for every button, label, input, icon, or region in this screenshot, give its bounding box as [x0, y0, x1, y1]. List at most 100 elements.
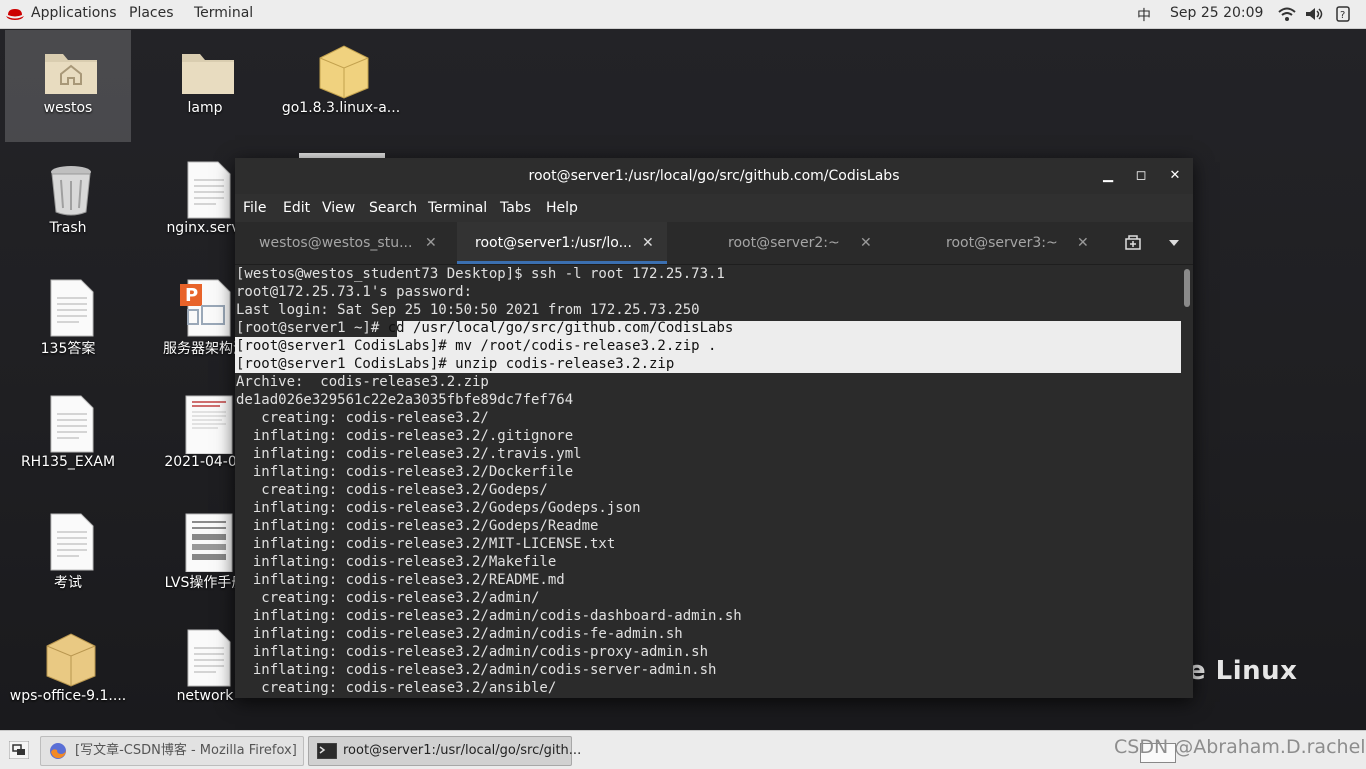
power-icon[interactable]: ?: [1336, 6, 1350, 22]
tab-label: root@server2:~: [728, 235, 840, 251]
document-icon: [185, 395, 233, 454]
tab-server2[interactable]: root@server2:~ ✕: [667, 222, 885, 264]
terminal-line: Archive: codis-release3.2.zip: [236, 374, 489, 390]
presentation-icon: P: [180, 279, 231, 337]
task-label: root@server1:/usr/local/go/src/gith...: [343, 743, 582, 758]
desktop-icon-label: wps-office-9.1....: [9, 688, 127, 704]
terminal-line: Last login: Sat Sep 25 10:50:50 2021 fro…: [236, 302, 700, 318]
tab-close-icon[interactable]: ✕: [425, 222, 437, 264]
show-desktop-icon[interactable]: [9, 741, 29, 759]
terminal-line: root@172.25.73.1's password:: [236, 284, 473, 300]
folder-icon: [182, 54, 234, 94]
text-file-icon: [50, 513, 94, 571]
top-bar: Applications Places Terminal 中 Sep 25 20…: [0, 0, 1366, 29]
terminal-line: [root@server1 CodisLabs]# unzip codis-re…: [236, 356, 675, 372]
terminal-output[interactable]: [westos@westos_student73 Desktop]$ ssh -…: [235, 265, 1181, 698]
wifi-icon[interactable]: [1278, 7, 1296, 21]
maximize-icon[interactable]: ◻: [1132, 167, 1150, 185]
terminal-line: inflating: codis-release3.2/MIT-LICENSE.…: [236, 536, 616, 552]
terminal-icon: [317, 743, 337, 759]
svg-text:P: P: [185, 285, 198, 306]
svg-text:?: ?: [1340, 10, 1345, 21]
desktop-icon-lamp[interactable]: lamp: [142, 30, 268, 142]
package-icon: [46, 633, 96, 687]
terminal-line: creating: codis-release3.2/Godeps/: [236, 482, 548, 498]
terminal-line: creating: codis-release3.2/ansible/: [236, 680, 557, 696]
taskbar-firefox[interactable]: [写文章-CSDN博客 - Mozilla Firefox]: [40, 736, 304, 766]
terminal-line: inflating: codis-release3.2/admin/codis-…: [236, 626, 683, 642]
tab-westos-student[interactable]: westos@westos_stu... ✕: [235, 222, 457, 264]
terminal-line: [root@server1 ~]# cd /usr/local/go/src/g…: [236, 320, 734, 336]
terminal-app-menu[interactable]: Terminal: [194, 5, 253, 21]
tab-label: root@server1:/usr/lo...: [475, 235, 632, 251]
desktop-icon-wps-office[interactable]: wps-office-9.1....: [5, 618, 131, 730]
package-icon: [319, 45, 369, 99]
terminal-line: inflating: codis-release3.2/Godeps/Readm…: [236, 518, 599, 534]
new-tab-icon[interactable]: [1124, 235, 1142, 251]
scrollbar[interactable]: [1181, 265, 1193, 698]
desktop-icon-go-archive[interactable]: go1.8.3.linux-a...: [278, 30, 404, 142]
applications-menu[interactable]: Applications: [31, 5, 117, 21]
terminal-line: [westos@westos_student73 Desktop]$ ssh -…: [236, 266, 725, 282]
input-method-indicator[interactable]: 中: [1137, 5, 1151, 25]
menu-tabs[interactable]: Tabs: [500, 200, 531, 216]
menu-view[interactable]: View: [322, 200, 355, 216]
terminal-line: creating: codis-release3.2/: [236, 410, 489, 426]
menu-file[interactable]: File: [243, 200, 266, 216]
terminal-line: inflating: codis-release3.2/README.md: [236, 572, 565, 588]
trash-icon: [51, 166, 91, 216]
tab-close-icon[interactable]: ✕: [642, 222, 654, 264]
volume-icon[interactable]: [1305, 7, 1323, 21]
desktop-icon-trash[interactable]: Trash: [5, 150, 131, 262]
text-file-icon: [187, 629, 231, 687]
home-folder-icon: [45, 54, 97, 94]
terminal-menubar: File Edit View Search Terminal Tabs Help: [235, 194, 1193, 222]
menu-terminal[interactable]: Terminal: [428, 200, 487, 216]
tab-label: westos@westos_stu...: [259, 235, 413, 251]
firefox-icon: [50, 743, 66, 759]
desktop-icon-label: 考试: [54, 575, 82, 591]
terminal-line: inflating: codis-release3.2/Godeps/Godep…: [236, 500, 641, 516]
tab-label: root@server3:~: [946, 235, 1058, 251]
terminal-line: creating: codis-release3.2/admin/: [236, 590, 540, 606]
terminal-line: inflating: codis-release3.2/.travis.yml: [236, 446, 582, 462]
menu-help[interactable]: Help: [546, 200, 578, 216]
terminal-titlebar[interactable]: root@server1:/usr/local/go/src/github.co…: [235, 158, 1193, 194]
terminal-window[interactable]: root@server1:/usr/local/go/src/github.co…: [235, 158, 1193, 698]
clock[interactable]: Sep 25 20:09: [1170, 5, 1263, 21]
terminal-tabbar: westos@westos_stu... ✕ root@server1:/usr…: [235, 222, 1193, 265]
places-menu[interactable]: Places: [129, 5, 174, 21]
tab-close-icon[interactable]: ✕: [860, 222, 872, 264]
desktop-icon-rh135-exam[interactable]: RH135_EXAM: [5, 384, 131, 496]
text-file-icon: [187, 161, 231, 219]
terminal-line: de1ad026e329561c22e2a3035fbfe89dc7fef764: [236, 392, 574, 408]
tab-server1[interactable]: root@server1:/usr/lo... ✕: [457, 222, 667, 264]
document-icon: [185, 513, 233, 572]
desktop-icon-label: Trash: [49, 220, 87, 236]
desktop-icon-exam[interactable]: 考试: [5, 502, 131, 614]
minimize-icon[interactable]: ▁: [1099, 167, 1117, 185]
chevron-down-icon[interactable]: [1168, 239, 1180, 247]
desktop-icon-label: westos: [43, 100, 93, 116]
tab-server3[interactable]: root@server3:~ ✕: [885, 222, 1103, 264]
desktop-icon-135-answers[interactable]: 135答案: [5, 268, 131, 380]
taskbar-terminal[interactable]: root@server1:/usr/local/go/src/gith...: [308, 736, 581, 766]
close-icon[interactable]: ✕: [1166, 167, 1184, 185]
terminal-line: [root@server1 CodisLabs]# mv /root/codis…: [236, 338, 717, 354]
csdn-watermark: CSDN @Abraham.D.rachel: [1114, 736, 1366, 758]
scrollbar-thumb[interactable]: [1184, 269, 1190, 307]
menu-search[interactable]: Search: [369, 200, 417, 216]
text-file-icon: [50, 395, 94, 453]
desktop-icon-westos[interactable]: westos: [5, 30, 131, 142]
tab-close-icon[interactable]: ✕: [1077, 222, 1089, 264]
terminal-line: inflating: codis-release3.2/admin/codis-…: [236, 608, 742, 624]
desktop-icon-label: go1.8.3.linux-a...: [281, 100, 401, 116]
desktop-icon-label: lamp: [187, 100, 223, 116]
desktop-icon-label: RH135_EXAM: [20, 454, 116, 470]
terminal-line: inflating: codis-release3.2/admin/codis-…: [236, 644, 709, 660]
menu-edit[interactable]: Edit: [283, 200, 310, 216]
terminal-line: inflating: codis-release3.2/.gitignore: [236, 428, 574, 444]
desktop-icon-label: 135答案: [40, 341, 96, 357]
terminal-line: inflating: codis-release3.2/admin/codis-…: [236, 662, 717, 678]
task-label: [写文章-CSDN博客 - Mozilla Firefox]: [75, 743, 297, 758]
